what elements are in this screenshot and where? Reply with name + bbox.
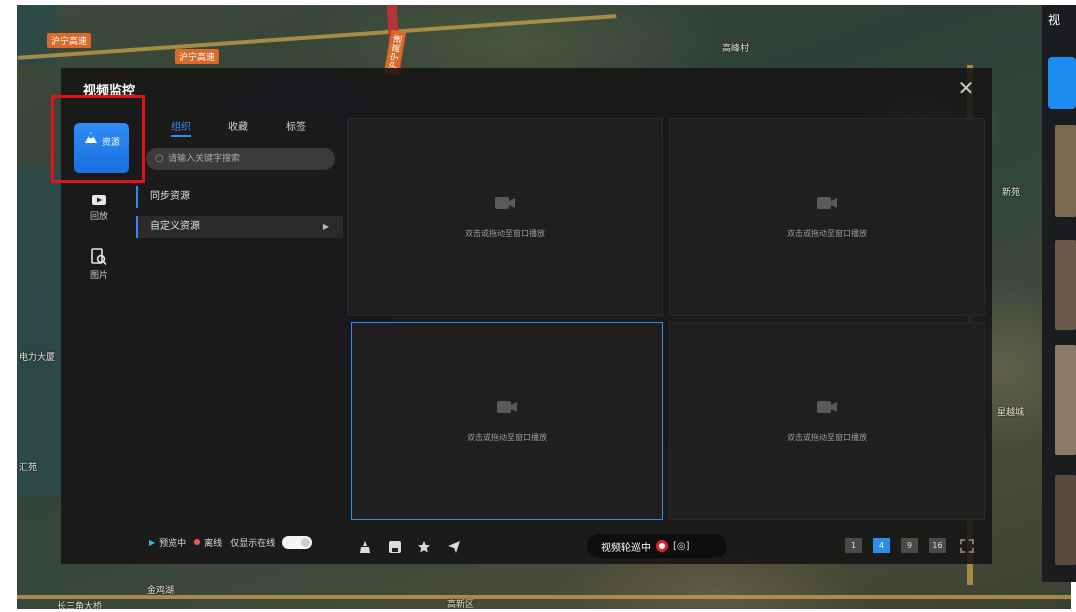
video-grid: 双击或拖动至窗口播放 双击或拖动至窗口播放 双击或拖动至窗口播放 双击或拖动至窗… xyxy=(347,118,990,520)
map-place-label: 星越城 xyxy=(997,408,1025,418)
map-place-label: 高新区 xyxy=(447,600,475,609)
fullscreen-icon[interactable] xyxy=(960,539,974,553)
cell-hint: 双击或拖动至窗口播放 xyxy=(467,433,547,442)
map-place-label: 金鸡湖 xyxy=(147,586,175,596)
rail-item-image-search[interactable]: 图片 xyxy=(73,248,125,281)
resource-search: ○ xyxy=(146,148,335,170)
playback-icon xyxy=(92,195,106,205)
close-icon[interactable]: ✕ xyxy=(956,78,976,98)
polling-label: 视频轮巡中 xyxy=(601,542,651,554)
right-panel-title: 视 xyxy=(1048,13,1061,27)
save-icon[interactable] xyxy=(388,540,402,554)
map-road xyxy=(17,14,617,60)
tree-item-custom-resources[interactable]: 自定义资源 ▶ xyxy=(136,216,343,238)
map-road-label: 沪宁高速 xyxy=(47,33,92,48)
camera-icon xyxy=(817,197,837,209)
record-icon[interactable] xyxy=(656,540,668,552)
right-panel-thumbnail[interactable] xyxy=(1055,125,1076,217)
tab-tags[interactable]: 标签 xyxy=(286,118,306,133)
resource-tabs: 组织 收藏 标签 xyxy=(136,118,343,138)
search-icon: ○ xyxy=(155,153,164,164)
resource-panel: 组织 收藏 标签 ○ 同步资源 自定义资源 ▶ xyxy=(136,110,343,564)
image-search-icon xyxy=(91,248,107,266)
snapshot-icon[interactable] xyxy=(358,540,372,554)
play-icon: ▶ xyxy=(149,537,156,547)
rail-item-label: 回放 xyxy=(89,212,108,222)
only-online-label: 仅显示在线 xyxy=(230,538,276,549)
cell-hint: 双击或拖动至窗口播放 xyxy=(787,229,867,238)
tree-item-label: 自定义资源 xyxy=(150,221,200,232)
camera-icon xyxy=(817,401,837,413)
polling-status[interactable]: 视频轮巡中 [◎] xyxy=(587,534,727,558)
video-cell[interactable]: 双击或拖动至窗口播放 xyxy=(347,118,663,316)
focus-icon[interactable]: [◎] xyxy=(673,541,690,552)
legend-offline: 离线 xyxy=(204,538,223,549)
right-panel-thumbnail[interactable] xyxy=(1055,240,1076,330)
status-legend: ▶ 预览中 离线 仅显示在线 xyxy=(149,534,313,550)
highlight-box xyxy=(51,95,145,183)
tree-item-sync-resources[interactable]: 同步资源 xyxy=(136,186,343,208)
layout-1-button[interactable]: 1 xyxy=(845,538,862,553)
cell-hint: 双击或拖动至窗口播放 xyxy=(465,229,545,238)
map-place-label: 长三角大桥 xyxy=(57,602,103,609)
video-cell[interactable]: 双击或拖动至窗口播放 xyxy=(669,118,985,316)
legend-previewing: 预览中 xyxy=(159,538,187,549)
layout-9-button[interactable]: 9 xyxy=(901,538,918,553)
star-icon[interactable] xyxy=(417,540,431,554)
send-icon[interactable] xyxy=(447,540,461,554)
video-cell-selected[interactable]: 双击或拖动至窗口播放 xyxy=(351,322,663,520)
search-input[interactable] xyxy=(168,151,328,167)
tab-organization[interactable]: 组织 xyxy=(171,118,191,137)
map-place-label: 汇苑 xyxy=(19,463,38,473)
right-side-panel: 视 xyxy=(1042,5,1076,582)
right-panel-thumbnail[interactable] xyxy=(1055,345,1076,455)
only-online-toggle[interactable] xyxy=(282,535,313,549)
rail-item-playback[interactable]: 回放 xyxy=(73,193,125,222)
layout-4-button[interactable]: 4 xyxy=(873,538,890,553)
tab-favorites[interactable]: 收藏 xyxy=(228,118,248,133)
video-cell[interactable]: 双击或拖动至窗口播放 xyxy=(669,322,985,520)
camera-icon xyxy=(495,197,515,209)
chevron-right-icon: ▶ xyxy=(322,222,329,231)
map-place-label: 高峰村 xyxy=(722,44,750,54)
layout-16-button[interactable]: 16 xyxy=(929,538,946,553)
camera-icon xyxy=(497,401,517,413)
offline-dot-icon xyxy=(194,539,201,545)
rail-item-label: 图片 xyxy=(89,271,108,281)
map-road xyxy=(17,595,1071,599)
tree-item-label: 同步资源 xyxy=(150,191,190,202)
map-road-label: 沪宁高速 xyxy=(175,49,220,64)
right-panel-thumbnail[interactable] xyxy=(1055,475,1076,565)
map-place-label: 新苑 xyxy=(1002,188,1021,198)
cell-hint: 双击或拖动至窗口播放 xyxy=(787,433,867,442)
right-panel-button[interactable] xyxy=(1048,57,1076,109)
map-place-label: 电力大厦 xyxy=(19,353,56,363)
video-monitor-dialog: 视频监控 ✕ 资源 回放 图片 组织 收藏 标签 ○ 请输入关键字搜索 同步资源… xyxy=(61,68,992,564)
